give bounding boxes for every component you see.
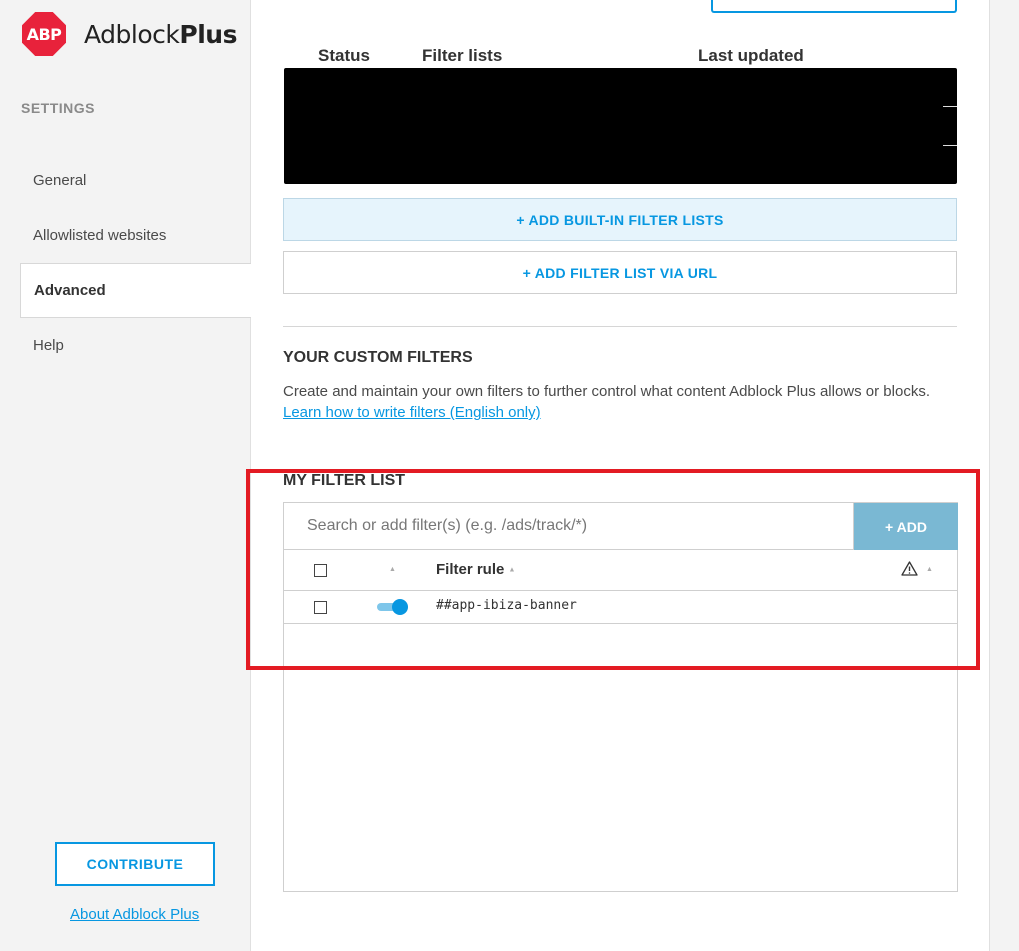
filter-enabled-toggle[interactable] (377, 599, 408, 615)
sidebar-item-help[interactable]: Help (20, 318, 251, 373)
row-divider (943, 145, 957, 146)
row-divider (943, 106, 957, 107)
toggle-knob (392, 599, 408, 615)
scrollbar[interactable] (989, 0, 1019, 951)
custom-filters-title: YOUR CUSTOM FILTERS (283, 349, 473, 366)
sidebar-nav: General Allowlisted websites Advanced He… (20, 153, 251, 373)
abp-logo-icon: ABP (22, 12, 66, 56)
top-button[interactable] (711, 0, 957, 13)
filter-search-input[interactable] (284, 503, 854, 550)
add-built-in-filter-lists-button[interactable]: + ADD BUILT-IN FILTER LISTS (283, 198, 957, 241)
logo-wordmark: AdblockPlus (84, 19, 237, 49)
filter-rule-text[interactable]: ##app-ibiza-banner (436, 598, 577, 613)
column-header-last-updated[interactable]: Last updated (698, 46, 804, 66)
table-header-row: ▲ Filter rule ▲ ▲ (284, 550, 957, 591)
table-row: ##app-ibiza-banner (284, 591, 957, 624)
learn-how-to-write-filters-link[interactable]: Learn how to write filters (English only… (283, 404, 541, 421)
sidebar-item-allowlisted-websites[interactable]: Allowlisted websites (20, 208, 251, 263)
sidebar: ABP AdblockPlus SETTINGS General Allowli… (0, 0, 251, 951)
select-all-checkbox[interactable] (314, 564, 327, 577)
sidebar-item-advanced[interactable]: Advanced (20, 263, 251, 318)
row-checkbox[interactable] (314, 601, 327, 614)
about-adblock-plus-link[interactable]: About Adblock Plus (70, 906, 199, 923)
my-filter-list-table: + ADD ▲ Filter rule ▲ ▲ ##app-ibiza-bann… (283, 502, 958, 892)
filter-lists-table (284, 68, 957, 184)
add-filter-list-via-url-button[interactable]: + ADD FILTER LIST VIA URL (283, 251, 957, 294)
settings-heading: SETTINGS (21, 100, 96, 116)
custom-filters-description: Create and maintain your own filters to … (283, 383, 930, 400)
adblock-plus-logo: ABP AdblockPlus (22, 12, 237, 56)
add-filter-button[interactable]: + ADD (854, 503, 958, 550)
my-filter-list-title: MY FILTER LIST (283, 472, 406, 489)
contribute-button[interactable]: CONTRIBUTE (55, 842, 215, 886)
column-header-filter-lists[interactable]: Filter lists (422, 46, 502, 66)
column-header-filter-rule[interactable]: Filter rule ▲ (436, 561, 515, 578)
warning-triangle-icon (901, 561, 918, 576)
column-header-status[interactable]: Status (318, 46, 370, 66)
sidebar-item-general[interactable]: General (20, 153, 251, 208)
warning-icon[interactable] (901, 561, 918, 581)
sort-warning-icon[interactable]: ▲ (926, 566, 933, 573)
sort-status-icon[interactable]: ▲ (389, 566, 396, 573)
sort-filter-rule-icon: ▲ (508, 566, 516, 574)
section-divider (283, 326, 957, 327)
